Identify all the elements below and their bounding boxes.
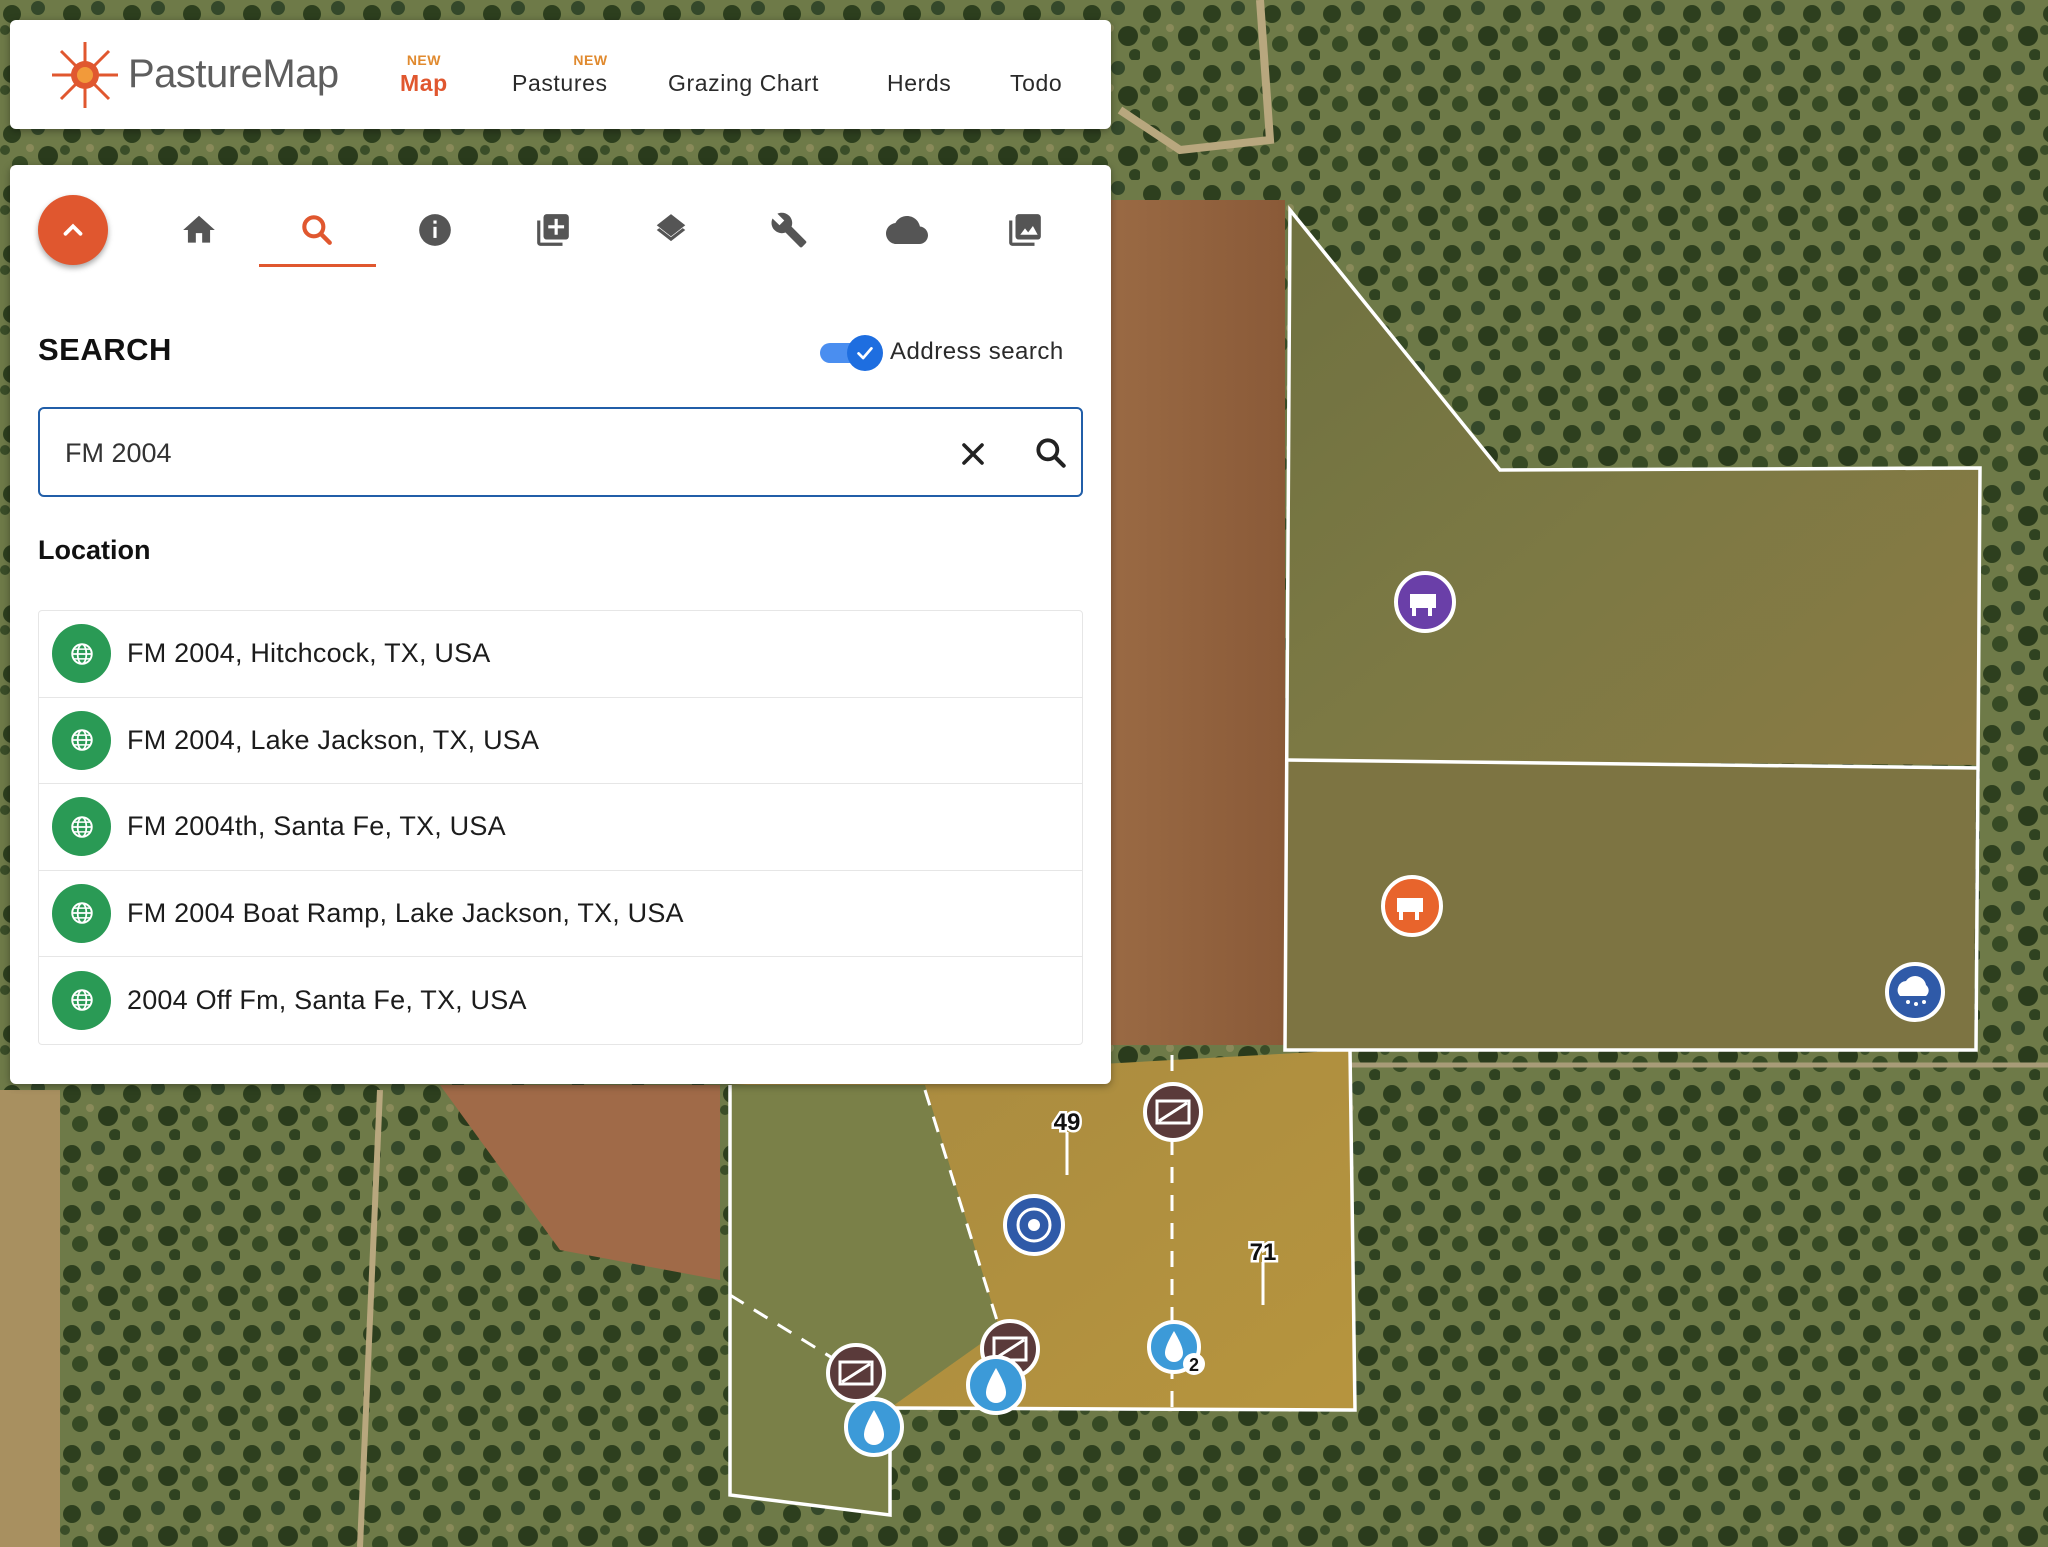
search-panel: SEARCH Address search Location FM 2004, … <box>10 165 1111 1084</box>
add-layer-tool[interactable] <box>528 205 578 255</box>
search-icon <box>1036 438 1066 468</box>
nav-pastures[interactable]: NEW Pastures <box>512 20 608 129</box>
brand-logo[interactable]: PastureMap <box>50 40 339 110</box>
globe-icon <box>52 710 111 770</box>
brand-name: PastureMap <box>128 52 339 96</box>
water-marker <box>966 1355 1026 1415</box>
globe-icon <box>52 970 111 1030</box>
toggle-knob <box>847 335 883 371</box>
location-result[interactable]: FM 2004, Hitchcock, TX, USA <box>39 611 1082 698</box>
globe-icon <box>52 883 111 943</box>
info-tool[interactable] <box>410 205 460 255</box>
search-icon <box>302 215 332 245</box>
address-search-toggle[interactable] <box>820 335 884 371</box>
close-icon <box>962 443 984 465</box>
search-input[interactable] <box>65 435 895 471</box>
gate-marker <box>1143 1082 1203 1142</box>
location-result-label: FM 2004, Lake Jackson, TX, USA <box>127 724 540 755</box>
sun-logo-icon <box>52 41 118 108</box>
add-layer-icon <box>537 214 569 246</box>
map-label-49: 49 <box>1054 1109 1081 1136</box>
location-heading: Location <box>38 535 151 565</box>
check-icon <box>857 347 873 360</box>
map-label-71: 71 <box>1250 1239 1277 1266</box>
active-tab-indicator <box>259 264 376 267</box>
nav-label: Pastures <box>512 70 608 96</box>
water-marker <box>844 1397 904 1457</box>
cloud-icon <box>886 216 928 244</box>
herd-marker-purple <box>1394 571 1456 633</box>
layers-icon <box>656 214 686 242</box>
target-marker <box>1003 1194 1065 1256</box>
location-result-label: 2004 Off Fm, Santa Fe, TX, USA <box>127 984 527 1015</box>
chevron-up-icon <box>63 223 83 236</box>
location-result[interactable]: FM 2004th, Santa Fe, TX, USA <box>39 784 1082 871</box>
nav-label: Herds <box>887 70 952 96</box>
submit-search-button[interactable] <box>1032 434 1070 472</box>
nav-herds[interactable]: Herds <box>887 20 951 129</box>
nav-map[interactable]: NEW Map <box>400 20 448 129</box>
globe-icon <box>52 797 111 857</box>
address-search-label: Address search <box>890 338 1064 365</box>
search-box <box>38 407 1083 497</box>
photos-tool[interactable] <box>1000 205 1050 255</box>
nav-label: Map <box>400 70 448 96</box>
new-badge: NEW <box>573 52 608 68</box>
location-result[interactable]: FM 2004 Boat Ramp, Lake Jackson, TX, USA <box>39 871 1082 957</box>
info-icon <box>419 214 451 246</box>
herd-marker-orange <box>1381 875 1443 937</box>
photo-icon <box>1009 214 1041 246</box>
nav-grazing-chart[interactable]: Grazing Chart <box>668 20 819 129</box>
new-badge: NEW <box>406 52 441 68</box>
gate-marker <box>826 1343 886 1403</box>
location-result-label: FM 2004, Hitchcock, TX, USA <box>127 638 491 669</box>
layers-tool[interactable] <box>646 205 696 255</box>
nav-label: Grazing Chart <box>668 70 819 96</box>
search-heading: SEARCH <box>38 332 172 367</box>
location-result[interactable]: FM 2004, Lake Jackson, TX, USA <box>39 698 1082 784</box>
clear-search-button[interactable] <box>955 436 991 472</box>
weather-station-marker <box>1885 962 1945 1022</box>
home-tool[interactable] <box>174 205 224 255</box>
collapse-button[interactable] <box>38 195 108 265</box>
home-icon <box>183 215 215 243</box>
location-result[interactable]: 2004 Off Fm, Santa Fe, TX, USA <box>39 957 1082 1044</box>
nav-label: Todo <box>1010 70 1063 96</box>
location-result-label: FM 2004th, Santa Fe, TX, USA <box>127 811 506 842</box>
location-results-list: FM 2004, Hitchcock, TX, USA FM 2004, Lak… <box>38 610 1083 1045</box>
location-result-label: FM 2004 Boat Ramp, Lake Jackson, TX, USA <box>127 897 684 928</box>
search-tool[interactable] <box>292 205 342 255</box>
weather-tool[interactable] <box>882 205 932 255</box>
top-navigation: PastureMap NEW Map NEW Pastures Grazing … <box>10 20 1111 129</box>
tools-tool[interactable] <box>764 205 814 255</box>
wrench-icon <box>771 212 807 248</box>
water-count-badge: 2 <box>1189 1355 1199 1375</box>
nav-todo[interactable]: Todo <box>1010 20 1062 129</box>
globe-icon <box>52 624 111 684</box>
